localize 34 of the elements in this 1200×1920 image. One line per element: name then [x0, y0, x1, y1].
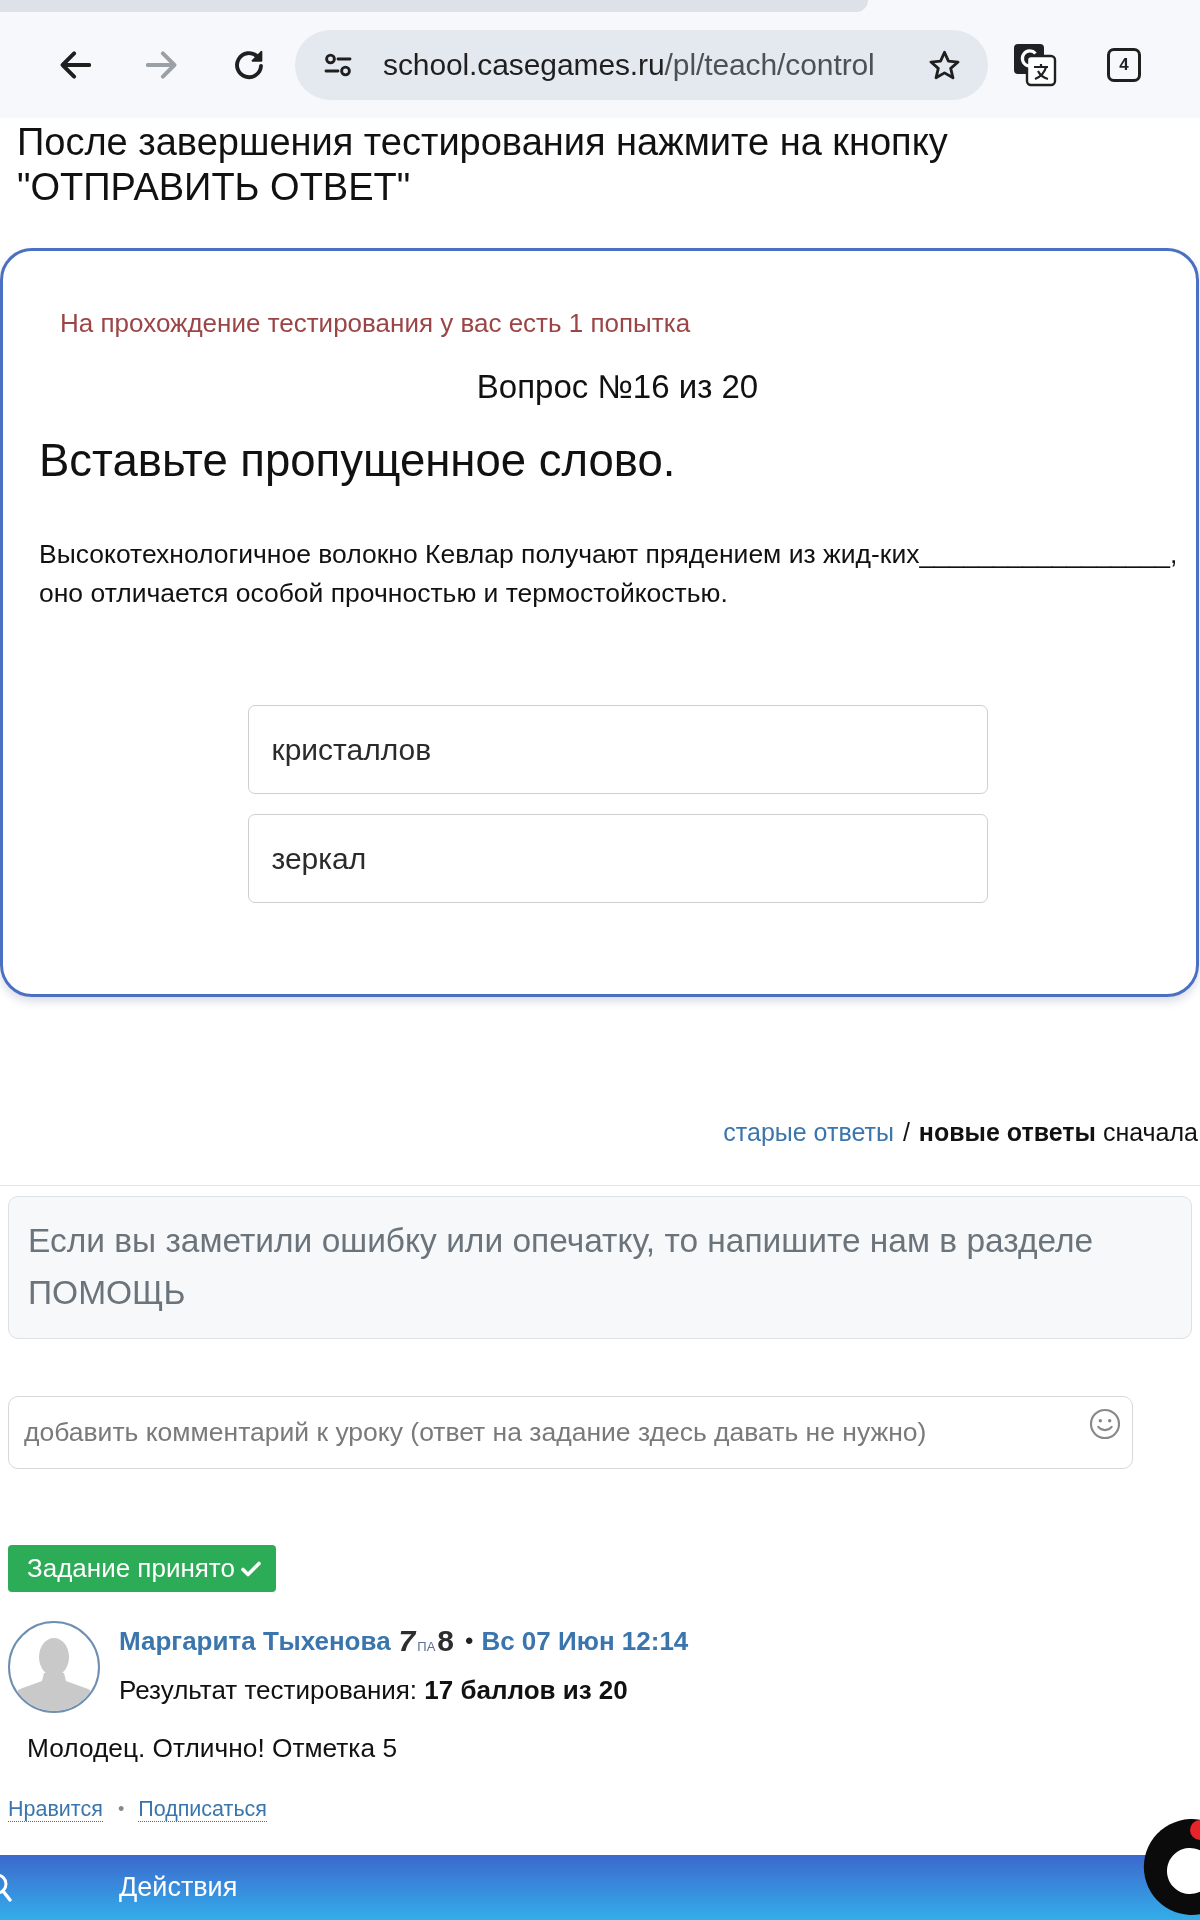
bullet-separator: • — [465, 1627, 474, 1655]
site-settings-icon[interactable] — [323, 53, 353, 77]
sort-option[interactable]: старые ответы — [723, 1118, 894, 1146]
bullet-separator: • — [117, 1798, 125, 1821]
bookmark-star-icon[interactable] — [929, 50, 960, 80]
instruction-text: После завершения тестирования нажмите на кнопку "ОТПРАВИТЬ ОТВЕТ" — [16, 120, 949, 210]
comment-action-link[interactable]: Подписаться — [138, 1796, 267, 1822]
comment-text: Молодец. Отлично! Отметка 5 — [26, 1732, 398, 1764]
level-label: 7ПА8 — [398, 1626, 454, 1656]
comment-date[interactable]: Вс 07 Июн 12:14 — [481, 1625, 689, 1657]
author-name[interactable]: Маргарита Тыхенова — [119, 1625, 391, 1657]
check-icon — [240, 1560, 261, 1577]
back-arrow-icon[interactable] — [59, 50, 91, 80]
question-text: Высокотехнологичное волокно Кевлар получают прядением из жид-ких_________________, оно отличается особой прочностью и термостойкостью. — [39, 538, 1179, 610]
task-title: Вставьте пропущенное слово. — [39, 434, 677, 488]
comment-field[interactable]: добавить комментарий к уроку (ответ на задание здесь давать не нужно) — [8, 1396, 1133, 1469]
answer-option[interactable]: кристаллов — [247, 705, 988, 794]
address-bar[interactable]: school.casegames.ru/pl/teach/control — [295, 30, 988, 100]
sort-option[interactable]: новые ответы — [918, 1118, 1096, 1146]
comment-action-link[interactable]: Нравится — [8, 1796, 103, 1822]
emoji-smiley-icon[interactable] — [1089, 1408, 1121, 1440]
sort-separator: / — [902, 1118, 910, 1146]
url-text[interactable]: school.casegames.ru/pl/teach/control — [383, 48, 875, 82]
test-result: Результат тестирования: 17 баллов из 20 — [119, 1674, 629, 1707]
tab-switcher-button[interactable]: 4 — [1107, 48, 1141, 82]
translate-icon[interactable] — [1013, 43, 1057, 87]
attempts-note: На прохождение тестирования у вас есть 1 попытка — [59, 307, 692, 339]
reload-icon[interactable] — [234, 50, 264, 80]
question-number: Вопрос №16 из 20 — [475, 367, 760, 407]
help-notice: Если вы заметили ошибку или опечатку, то напишите нам в разделе ПОМОЩЬ — [8, 1196, 1192, 1339]
task-accepted-badge: Задание принято — [8, 1545, 276, 1592]
sort-suffix: сначала — [1102, 1118, 1198, 1146]
actions-menu[interactable]: Действия — [119, 1872, 238, 1903]
answer-option[interactable]: зеркал — [247, 814, 988, 903]
